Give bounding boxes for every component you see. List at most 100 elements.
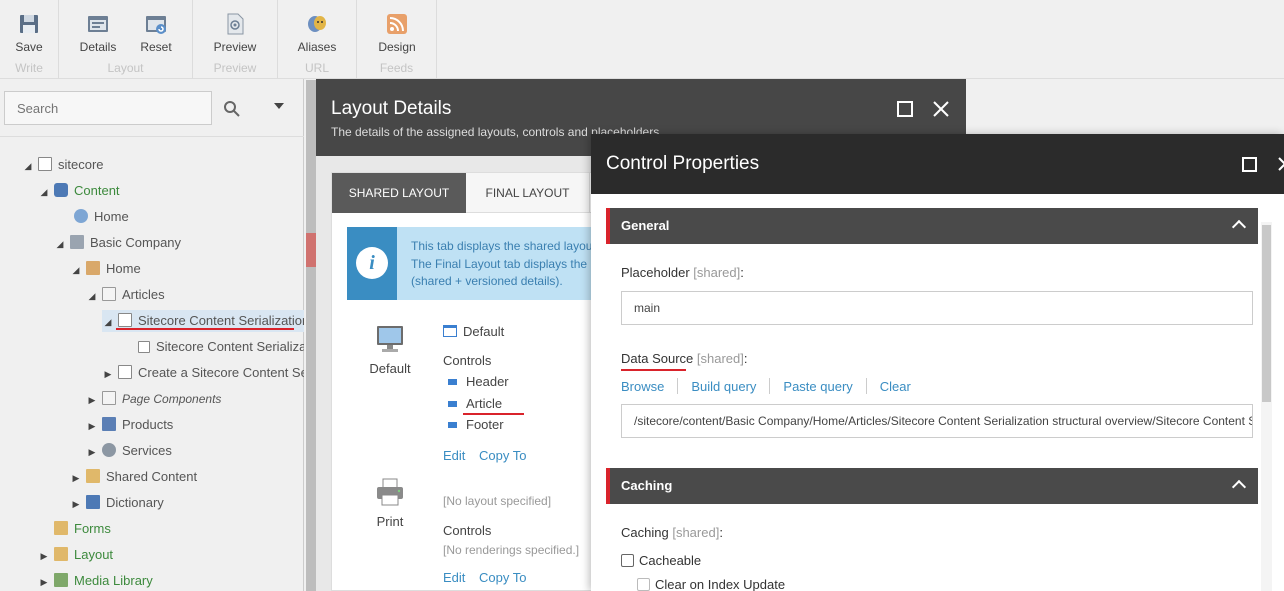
shared-icon	[86, 469, 100, 483]
data-source-input[interactable]: /sitecore/content/Basic Company/Home/Art…	[621, 404, 1253, 438]
rss-icon	[387, 14, 407, 34]
ribbon-group-feeds: Design Feeds	[357, 0, 437, 79]
section-caching[interactable]: Caching	[606, 468, 1258, 504]
aliases-icon	[308, 16, 326, 32]
page-icon	[38, 157, 52, 171]
group-label-url: URL	[304, 61, 329, 75]
search-input[interactable]	[4, 91, 212, 125]
chevron-up-icon[interactable]	[1231, 219, 1247, 235]
device-print[interactable]: Print	[355, 476, 425, 529]
group-label-feeds: Feeds	[379, 61, 414, 75]
scrollbar-thumb[interactable]	[1262, 225, 1271, 402]
copy-to-link[interactable]: Copy To	[479, 570, 526, 585]
tree-node-home-site[interactable]: ◢ Home	[70, 258, 141, 280]
section-general[interactable]: General	[606, 208, 1258, 244]
placeholder-input[interactable]: main	[621, 291, 1253, 325]
ribbon-group-write: Save Write	[0, 0, 59, 79]
tree-node-content[interactable]: ◢ Content	[38, 180, 120, 202]
printer-icon	[377, 478, 403, 506]
info-text-line: (shared + versioned details).	[411, 274, 563, 288]
save-icon	[20, 15, 38, 33]
services-icon	[102, 443, 116, 457]
divider	[865, 378, 867, 394]
design-button[interactable]: Design	[365, 12, 429, 54]
close-icon[interactable]	[1277, 156, 1284, 172]
details-button[interactable]: Details	[66, 12, 130, 54]
reset-button[interactable]: Reset	[124, 12, 188, 54]
preview-button[interactable]: Preview	[203, 12, 267, 54]
ribbon-group-preview: Preview Preview	[193, 0, 278, 79]
group-label-layout: Layout	[107, 61, 144, 75]
control-header[interactable]: Header	[448, 374, 509, 389]
tree-node-layout[interactable]: ▶ Layout	[38, 544, 113, 566]
chevron-up-icon[interactable]	[1231, 479, 1247, 495]
edit-link[interactable]: Edit	[443, 448, 465, 463]
control-properties-header: Control Properties	[591, 134, 1284, 194]
layout-details-title: Layout Details	[331, 98, 452, 119]
reset-icon	[146, 16, 166, 34]
cacheable-checkbox[interactable]: Cacheable	[621, 553, 701, 568]
info-icon: i	[356, 247, 388, 279]
tree-node-sitecore[interactable]: ◢ sitecore	[22, 154, 104, 176]
rendering-icon	[448, 379, 457, 385]
properties-scrollbar[interactable]	[1261, 222, 1272, 591]
tree-node-shared-content[interactable]: ▶ Shared Content	[70, 466, 197, 488]
tree-scrollbar[interactable]	[306, 80, 316, 591]
doc-icon	[118, 365, 132, 379]
content-tree-panel: ◢sitecore ◢Content Home ◢Basic Company ◢…	[0, 79, 304, 591]
tree-node-home[interactable]: Home	[58, 206, 129, 228]
maximize-icon[interactable]	[897, 101, 913, 117]
tree-node-basic-company[interactable]: ◢ Basic Company	[54, 232, 181, 254]
device-default[interactable]: Default	[355, 323, 425, 376]
close-icon[interactable]	[932, 100, 950, 118]
divider	[769, 378, 771, 394]
clear-link[interactable]: Clear	[880, 379, 911, 394]
maximize-icon[interactable]	[1242, 157, 1257, 172]
aliases-button[interactable]: Aliases	[285, 12, 349, 54]
device-name: Print	[376, 514, 404, 529]
tree-node-dictionary[interactable]: ▶ Dictionary	[70, 492, 164, 514]
paste-query-link[interactable]: Paste query	[783, 379, 852, 394]
no-layout-text: [No layout specified]	[443, 494, 552, 508]
save-button[interactable]: Save	[0, 12, 61, 54]
edit-link[interactable]: Edit	[443, 570, 465, 585]
tree-node-forms[interactable]: Forms	[38, 518, 111, 540]
no-renderings-text: [No renderings specified.]	[443, 543, 580, 557]
build-query-link[interactable]: Build query	[691, 379, 756, 394]
tree-node-create-article[interactable]: ▶Create a Sitecore Content Serialization	[102, 362, 304, 384]
content-icon	[54, 183, 68, 197]
tab-shared-layout[interactable]: SHARED LAYOUT	[332, 173, 466, 213]
tab-final-layout[interactable]: FINAL LAYOUT	[466, 173, 590, 213]
doc-small-icon	[138, 341, 150, 353]
reset-label: Reset	[140, 40, 172, 54]
preview-icon	[227, 13, 244, 35]
checkbox-box[interactable]	[637, 578, 650, 591]
controls-label: Controls	[443, 353, 492, 368]
monitor-icon	[377, 326, 403, 352]
tree-node-articles[interactable]: ◢ Articles	[86, 284, 165, 306]
forms-icon	[54, 521, 68, 535]
tree-node-products[interactable]: ▶ Products	[86, 414, 173, 436]
browse-link[interactable]: Browse	[621, 379, 664, 394]
layout-name[interactable]: Default	[443, 324, 504, 339]
control-article[interactable]: Article	[448, 396, 502, 411]
copy-to-link[interactable]: Copy To	[479, 448, 526, 463]
control-properties-dialog: Control Properties General Placeholder […	[591, 134, 1284, 591]
search-options-dropdown[interactable]	[274, 103, 284, 109]
ribbon-toolbar: Save Write Details Reset Layout Preview …	[0, 0, 1284, 79]
search-icon[interactable]	[222, 99, 242, 119]
globe-icon	[74, 209, 88, 223]
tree-node-page-components[interactable]: ▶ Page Components	[86, 388, 221, 410]
tree-node-article-version[interactable]: Sitecore Content Serialization structura…	[122, 336, 304, 358]
tree-node-media-library[interactable]: ▶ Media Library	[38, 570, 153, 591]
clear-on-index-update-checkbox[interactable]: Clear on Index Update	[637, 577, 785, 591]
info-text-line: This tab displays the shared layout	[411, 239, 596, 253]
group-label-preview: Preview	[213, 61, 257, 75]
details-icon	[88, 16, 108, 32]
tree-node-services[interactable]: ▶ Services	[86, 440, 172, 462]
control-footer[interactable]: Footer	[448, 417, 504, 432]
ribbon-group-layout: Details Reset Layout	[59, 0, 193, 79]
layout-icon	[54, 547, 68, 561]
checkbox-box[interactable]	[621, 554, 634, 567]
media-icon	[54, 573, 68, 587]
